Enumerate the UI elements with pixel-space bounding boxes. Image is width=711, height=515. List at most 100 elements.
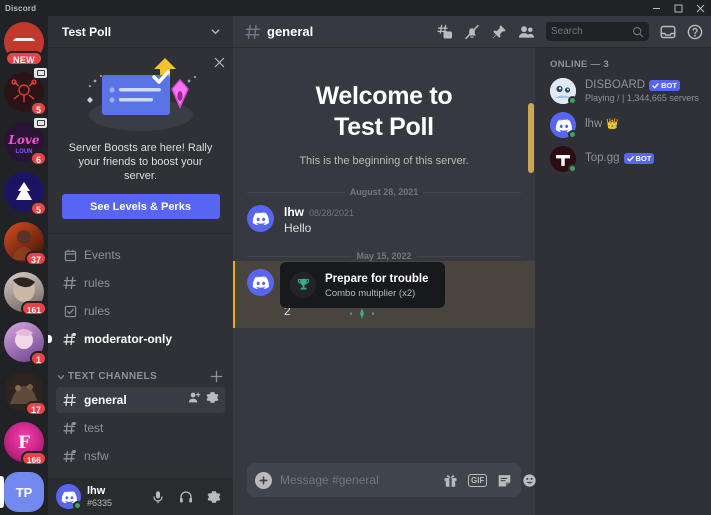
gift-icon[interactable] — [443, 473, 458, 488]
member-info: Top.gg BOT — [585, 152, 703, 166]
pinned-messages-icon[interactable] — [491, 24, 507, 40]
sidebar-item-rules-screen[interactable]: rules — [56, 298, 225, 324]
achievement-tooltip: Prepare for trouble Combo multiplier (x2… — [280, 262, 445, 308]
avatar[interactable] — [550, 78, 577, 105]
list-item[interactable]: DISBOARD BOT Playing / | 1,344,665 serve… — [535, 74, 711, 108]
avatar[interactable] — [550, 112, 577, 139]
status-dot-online — [568, 164, 577, 173]
sidebar-item-general[interactable]: general — [56, 387, 225, 413]
server-badge: 6 — [29, 151, 47, 166]
list-item[interactable]: lhw 👑 — [535, 108, 711, 142]
server-item[interactable]: Love LOUN 6 — [0, 116, 48, 166]
server-item[interactable]: 5 — [0, 168, 48, 216]
sidebar-item-moderator-only[interactable]: moderator-only — [48, 326, 225, 352]
svg-text:F: F — [18, 433, 30, 453]
date-divider: May 15, 2022 — [247, 251, 521, 261]
server-item[interactable]: F 166 — [0, 418, 48, 466]
server-item[interactable]: NEW — [0, 18, 48, 66]
member-list-icon[interactable] — [518, 24, 535, 40]
username: lhw — [87, 485, 106, 497]
message-list[interactable]: Welcome to Test Poll This is the beginni… — [233, 47, 535, 463]
achievement-tooltip-wrapper: Prepare for trouble Combo multiplier (x2… — [280, 262, 445, 326]
add-attachment-icon[interactable] — [255, 471, 272, 489]
server-item[interactable]: 161 — [0, 268, 48, 316]
member-name-row: DISBOARD BOT — [585, 79, 703, 93]
member-name: lhw — [585, 118, 603, 131]
gif-picker-button[interactable]: GIF — [468, 473, 488, 487]
help-icon[interactable] — [687, 24, 703, 40]
create-invite-icon[interactable] — [188, 391, 201, 409]
close-icon[interactable] — [214, 55, 225, 73]
channel-label: general — [84, 393, 127, 407]
gear-icon[interactable] — [206, 391, 219, 409]
server-item[interactable]: 17 — [0, 368, 48, 416]
sidebar-scroll-area[interactable]: Server Boosts are here! Rally your frien… — [48, 47, 233, 478]
server-item[interactable]: 37 — [0, 218, 48, 266]
message-input[interactable] — [280, 473, 435, 487]
user-discriminator: #6335 — [87, 497, 113, 508]
server-boost-card: Server Boosts are here! Rally your frien… — [48, 47, 233, 234]
inbox-icon[interactable] — [660, 24, 676, 40]
server-rail[interactable]: NEW 5 Love LOUN 6 5 37 161 1 17 F 166 TP — [0, 16, 48, 515]
gear-icon[interactable] — [203, 486, 225, 508]
status-dot-online — [568, 96, 577, 105]
screenshare-icon — [32, 116, 48, 130]
avatar[interactable] — [247, 269, 274, 296]
message-text: Hello — [284, 221, 312, 235]
sidebar-item-nsfw[interactable]: nsfw — [56, 443, 225, 469]
message-author[interactable]: lhw — [284, 205, 304, 219]
minimize-button[interactable] — [645, 0, 667, 16]
chevron-down-icon[interactable] — [210, 26, 221, 37]
emoji-icon[interactable] — [522, 473, 537, 488]
add-channel-icon[interactable] — [210, 370, 223, 383]
channel-sidebar: Test Poll Server Boosts are here! Rally … — [48, 16, 233, 515]
channel-label: test — [84, 421, 104, 435]
avatar[interactable] — [247, 205, 274, 232]
avatar[interactable] — [56, 484, 82, 510]
user-panel: lhw #6335 — [48, 478, 233, 515]
hash-lock-icon — [62, 421, 78, 435]
server-badge: 161 — [20, 301, 47, 316]
sidebar-item-test[interactable]: test — [56, 415, 225, 441]
svg-text:Love: Love — [7, 133, 39, 147]
rules-icon — [62, 305, 78, 318]
list-item[interactable]: Top.gg BOT — [535, 142, 711, 176]
category-label: TEXT CHANNELS — [68, 371, 158, 382]
server-item[interactable]: 1 — [0, 318, 48, 366]
notification-off-icon[interactable] — [464, 24, 480, 40]
search-box[interactable] — [546, 22, 649, 41]
sidebar-item-events[interactable]: Events — [56, 242, 225, 268]
topbar-actions — [437, 22, 703, 41]
status-dot-online — [73, 501, 82, 510]
sticker-icon[interactable] — [497, 473, 512, 488]
member-name: Top.gg — [585, 152, 620, 165]
server-badge: 5 — [29, 201, 47, 216]
composer-wrapper: GIF — [233, 463, 537, 515]
server-item-test-poll[interactable]: TP — [0, 468, 48, 515]
see-levels-perks-button[interactable]: See Levels & Perks — [61, 194, 220, 219]
hash-lock-icon — [62, 332, 78, 346]
close-button[interactable] — [689, 0, 711, 16]
discord-window: Discord NEW 5 Love LOUN 6 5 37 161 1 17 … — [0, 0, 711, 515]
chevron-down-icon — [56, 372, 66, 382]
bot-badge: BOT — [649, 80, 680, 92]
maximize-button[interactable] — [667, 0, 689, 16]
message-composer[interactable]: GIF — [247, 463, 537, 497]
server-item[interactable]: 5 — [0, 66, 48, 116]
chat-scrollbar[interactable] — [528, 103, 534, 173]
headphones-icon[interactable] — [175, 486, 197, 508]
member-name-row: lhw 👑 — [585, 118, 703, 132]
server-badge: 37 — [24, 251, 47, 266]
threads-icon[interactable] — [437, 24, 453, 40]
message-item[interactable]: lhw 08/28/2021 Hello — [233, 197, 535, 237]
search-input[interactable] — [551, 26, 632, 37]
avatar[interactable] — [550, 146, 577, 173]
sidebar-item-rules-text[interactable]: rules — [56, 270, 225, 296]
welcome-subtitle: This is the beginning of this server. — [299, 155, 469, 167]
microphone-icon[interactable] — [147, 486, 169, 508]
hash-lock-icon — [62, 449, 78, 463]
server-header[interactable]: Test Poll — [48, 16, 233, 47]
category-text-channels[interactable]: TEXT CHANNELS — [48, 354, 233, 387]
category-voice-channels[interactable]: VOICE CHANNELS — [48, 471, 233, 478]
boost-illustration — [60, 55, 221, 139]
